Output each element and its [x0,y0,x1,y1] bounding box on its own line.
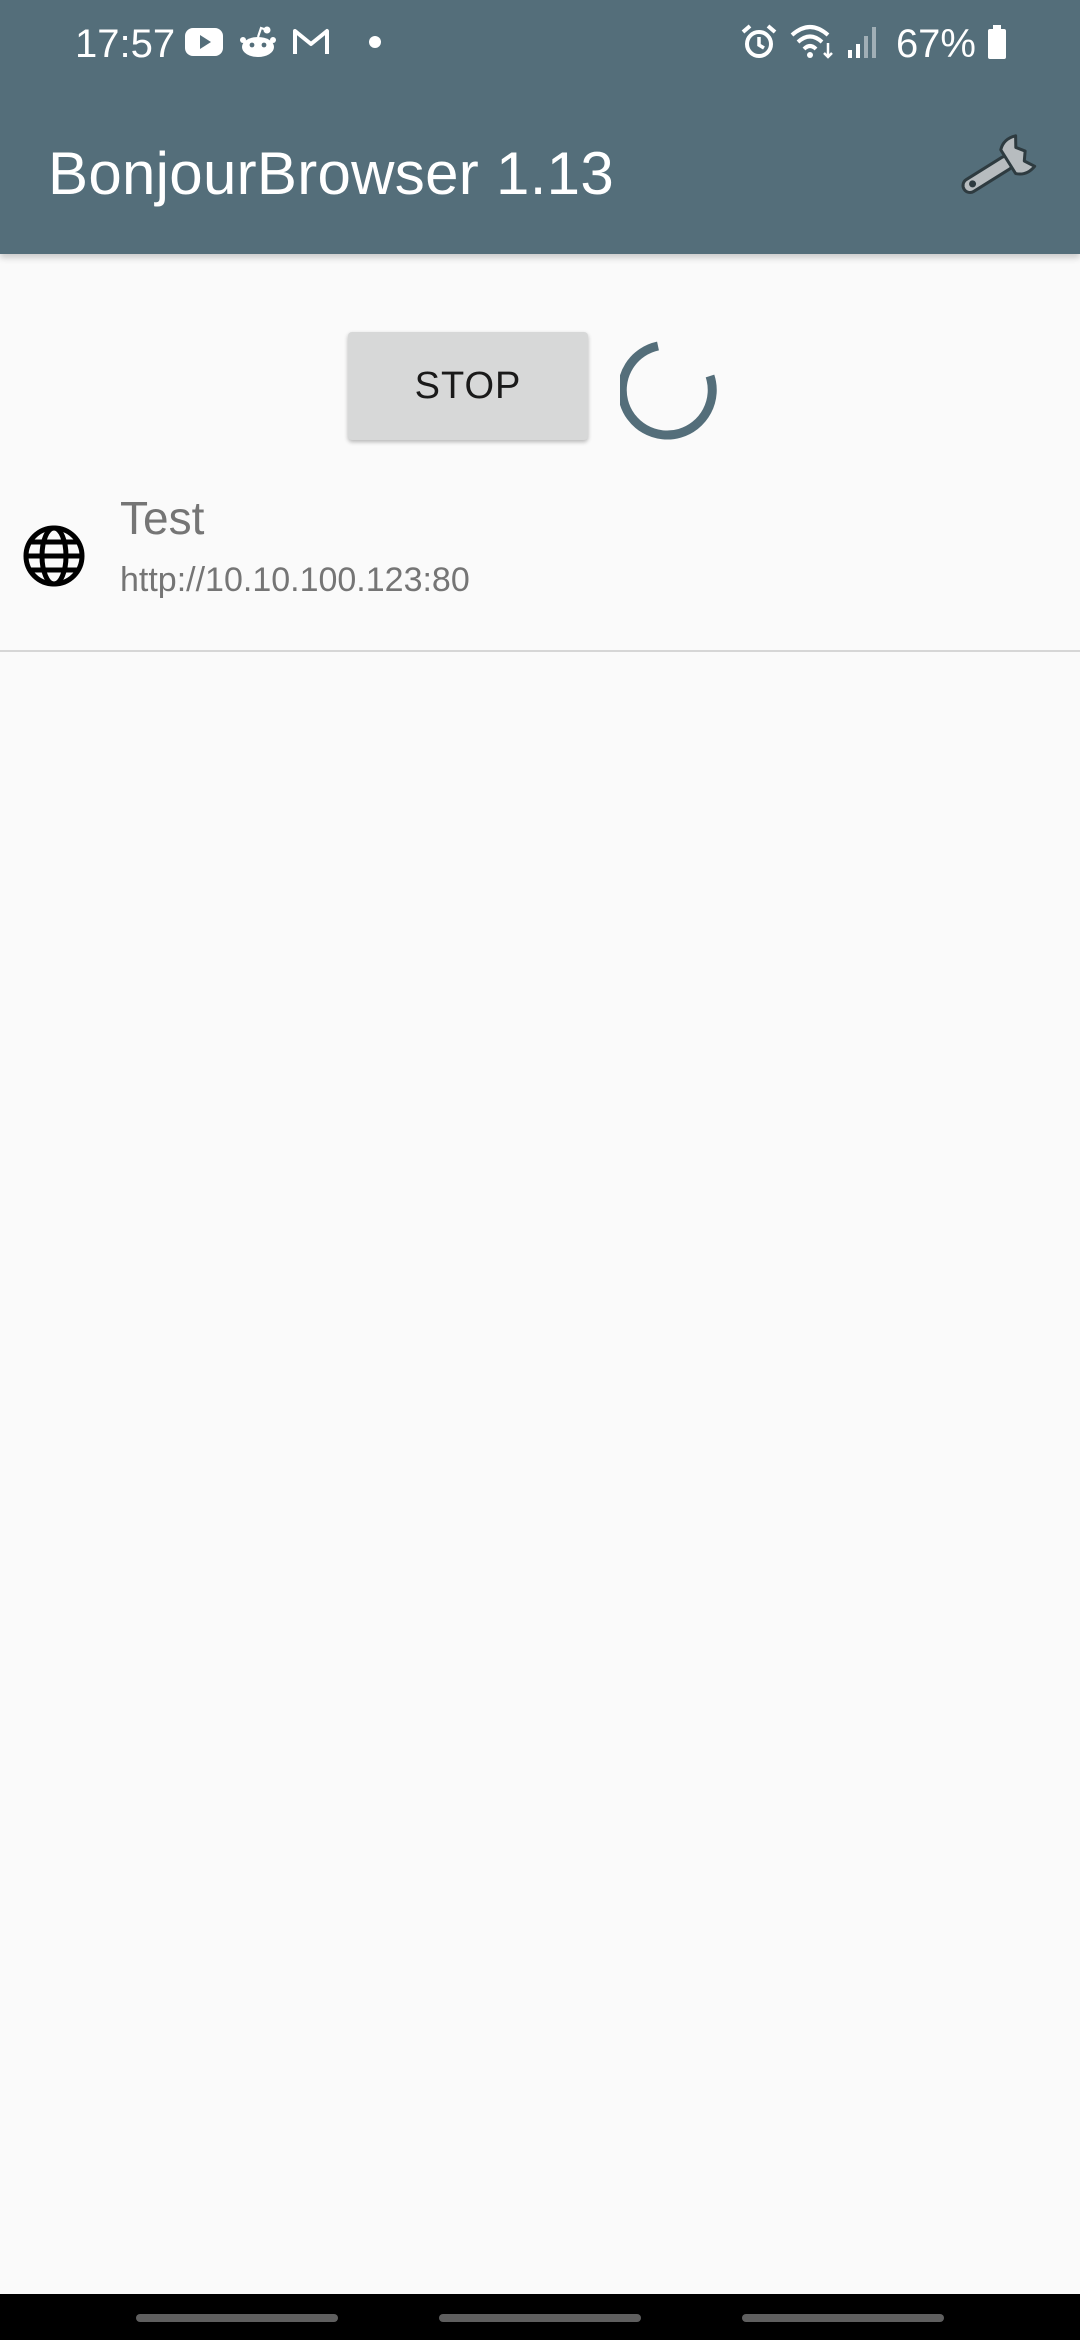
status-time: 17:57 [75,22,176,66]
nav-home-button[interactable] [439,2314,641,2322]
service-list-item[interactable]: Test http://10.10.100.123:80 [0,470,1080,650]
header-area: 17:57 67% BonjourBrowser 1.13 [0,0,1080,254]
reddit-icon [240,25,276,64]
wifi-icon [788,23,836,66]
nav-back-button[interactable] [742,2314,944,2322]
dot-icon [368,35,382,54]
app-bar: BonjourBrowser 1.13 [0,88,1080,254]
loading-spinner [617,336,724,440]
service-url: http://10.10.100.123:80 [120,561,470,599]
navigation-bar [0,2294,1080,2340]
battery-icon [986,24,1008,65]
wrench-icon[interactable] [952,128,1044,208]
service-name: Test [120,492,205,544]
nav-recents-button[interactable] [136,2314,338,2322]
gmail-icon [292,27,330,62]
app-title: BonjourBrowser 1.13 [48,140,615,207]
stop-button[interactable]: STOP [348,332,588,440]
battery-percent: 67% [895,22,976,66]
list-divider [0,650,1080,652]
status-bar: 17:57 67% [0,0,1080,88]
signal-icon [846,24,880,65]
globe-icon [22,524,86,588]
alarm-icon [740,23,778,66]
screen: 17:57 67% BonjourBrowser 1.13 STOP Test … [0,0,1080,2340]
notification-icons [184,22,382,66]
youtube-icon [184,27,224,62]
system-icons: 67% [740,18,1008,70]
